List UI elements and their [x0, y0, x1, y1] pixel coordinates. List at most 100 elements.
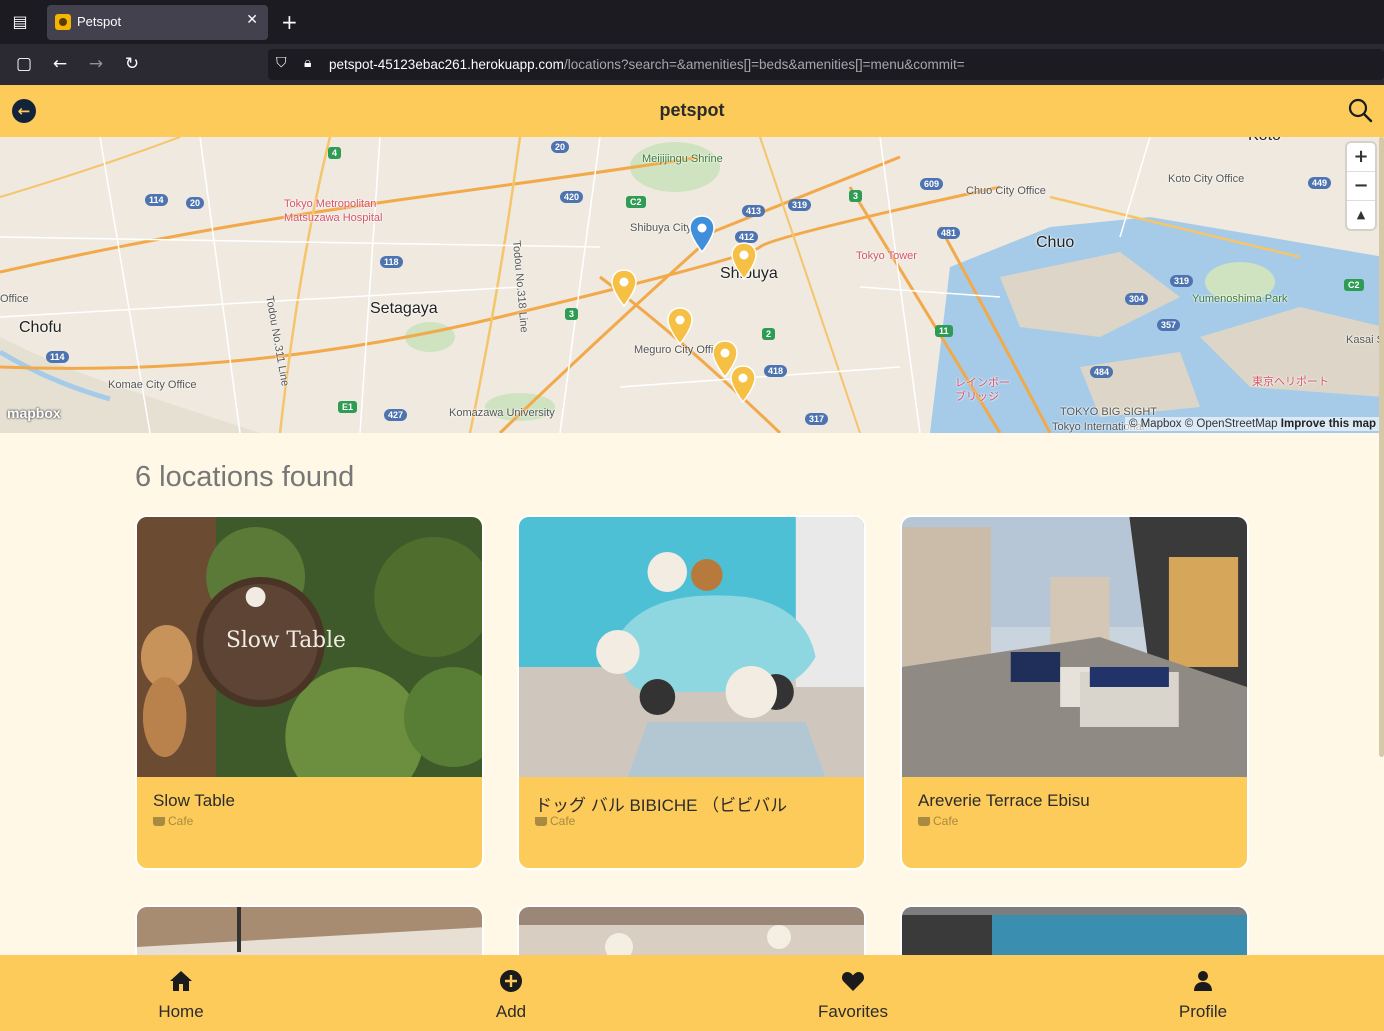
- nav-favorites[interactable]: Favorites: [773, 955, 933, 1031]
- nav-home[interactable]: Home: [101, 955, 261, 1031]
- nav-favorites-label: Favorites: [818, 1002, 888, 1021]
- heart-icon: [841, 972, 865, 991]
- map-pin-location[interactable]: [611, 269, 637, 307]
- url-path: /locations?search=&amenities[]=beds&amen…: [563, 57, 965, 72]
- route-shield: 3: [565, 308, 579, 320]
- lock-icon[interactable]: 🔒︎: [304, 55, 311, 71]
- cafe-icon: [918, 817, 930, 826]
- location-category: Cafe: [918, 814, 958, 828]
- route-shield: 418: [764, 365, 788, 377]
- reload-icon[interactable]: ↻: [121, 53, 143, 75]
- location-name[interactable]: Areverie Terrace Ebisu: [918, 791, 1090, 811]
- map-pin-location[interactable]: [730, 365, 756, 403]
- browser-nav-bar: ▢ ← → ↻ ⛉ 🔒︎ petspot-45123ebac261.heroku…: [0, 44, 1384, 85]
- browser-tab-bar: ▤ Petspot ✕ +: [0, 0, 1384, 44]
- svg-text:Slow Table: Slow Table: [226, 628, 346, 653]
- route-shield: 413: [742, 205, 766, 217]
- location-category: Cafe: [153, 814, 193, 828]
- route-shield: 4: [328, 147, 342, 159]
- route-shield: 420: [560, 191, 584, 203]
- route-shield: 20: [551, 141, 570, 153]
- new-tab-icon[interactable]: +: [281, 10, 298, 34]
- route-shield: 484: [1090, 366, 1114, 378]
- mapbox-logo[interactable]: mapbox: [7, 405, 61, 421]
- map-label-chofu: Chofu: [19, 319, 62, 336]
- route-shield: 304: [1125, 293, 1149, 305]
- search-icon[interactable]: [1347, 97, 1373, 123]
- route-shield: 357: [1157, 319, 1181, 331]
- route-shield: 114: [46, 351, 69, 363]
- nav-add-label: Add: [495, 1002, 527, 1021]
- map-pin-location[interactable]: [731, 242, 757, 280]
- map[interactable]: Meijijingu Shrine Shibuya City Shibuya S…: [0, 137, 1384, 433]
- location-category: Cafe: [535, 814, 575, 828]
- location-photo: [519, 517, 864, 777]
- location-photo: [902, 517, 1247, 777]
- url-host: petspot-45123ebac261.herokuapp.com: [329, 57, 564, 72]
- route-shield: C2: [626, 196, 646, 208]
- page-scrollbar[interactable]: [1379, 137, 1384, 757]
- tab-overview-icon[interactable]: ▤: [10, 12, 30, 32]
- route-shield: C2: [1344, 279, 1364, 291]
- close-tab-icon[interactable]: ✕: [246, 12, 258, 28]
- map-label-tokyo-tower: Tokyo Tower: [856, 250, 917, 262]
- location-name[interactable]: ドッグ バル BIBICHE （ビビバル: [535, 791, 787, 816]
- sidebar-toggle-icon[interactable]: ▢: [13, 53, 35, 75]
- map-attribution: © Mapbox © OpenStreetMap Improve this ma…: [1124, 417, 1380, 431]
- bottom-nav: Home Add Favorites Profile: [0, 955, 1384, 1031]
- back-arrow-icon[interactable]: ←: [49, 53, 71, 75]
- map-pin-location[interactable]: [667, 307, 693, 345]
- attribution-text[interactable]: © Mapbox © OpenStreetMap: [1129, 418, 1278, 430]
- route-shield: 609: [920, 178, 944, 190]
- route-shield: 11: [935, 325, 953, 337]
- location-photo: Slow Table: [137, 517, 482, 777]
- map-label-rainbow-bridge: レインボー ブリッジ: [955, 377, 1010, 403]
- nav-profile[interactable]: Profile: [1123, 955, 1283, 1031]
- route-shield: 114: [145, 194, 168, 206]
- app-header: ← petspot: [0, 85, 1384, 137]
- location-name[interactable]: Slow Table: [153, 791, 235, 811]
- brand-title: petspot: [659, 100, 725, 120]
- route-shield: 2: [762, 328, 776, 340]
- route-shield: 427: [384, 409, 408, 421]
- browser-tab[interactable]: Petspot ✕: [47, 5, 268, 40]
- user-icon: [1194, 971, 1212, 991]
- route-shield: 319: [1170, 275, 1194, 287]
- plus-circle-icon: [500, 970, 522, 992]
- map-label-chuo-office: Chuo City Office: [966, 185, 1046, 197]
- url-text[interactable]: petspot-45123ebac261.herokuapp.com/locat…: [329, 57, 965, 72]
- map-label-shibuya-city: Shibuya City: [630, 222, 692, 234]
- route-shield: 20: [186, 197, 205, 209]
- location-card[interactable]: ドッグ バル BIBICHE （ビビバル Cafe: [517, 515, 866, 870]
- route-shield: 317: [805, 413, 829, 425]
- petspot-favicon: [55, 14, 71, 30]
- improve-map-link[interactable]: Improve this map: [1281, 418, 1376, 430]
- compass-button[interactable]: ▲: [1347, 201, 1375, 230]
- route-shield: 449: [1308, 177, 1332, 189]
- map-label-setagaya: Setagaya: [370, 300, 438, 317]
- map-label-komazawa: Komazawa University: [449, 407, 555, 419]
- address-bar[interactable]: ⛉ 🔒︎ petspot-45123ebac261.herokuapp.com/…: [268, 49, 1384, 80]
- map-label-chuo: Chuo: [1036, 234, 1075, 251]
- route-shield: 3: [849, 190, 863, 202]
- map-label-yumenoshima: Yumenoshima Park: [1192, 293, 1288, 305]
- map-label-office: Office: [0, 293, 29, 305]
- map-zoom-controls: + − ▲: [1347, 143, 1375, 229]
- map-pin-current-location[interactable]: [689, 215, 715, 253]
- map-label-komae-office: Komae City Office: [108, 379, 197, 391]
- map-label-meiji: Meijijingu Shrine: [642, 153, 723, 165]
- route-shield: E1: [338, 401, 358, 413]
- category-label: Cafe: [550, 814, 576, 828]
- nav-add[interactable]: Add: [431, 955, 591, 1031]
- location-card[interactable]: Slow Table Slow Table Cafe: [135, 515, 484, 870]
- tab-title: Petspot: [77, 14, 122, 29]
- shield-icon[interactable]: ⛉: [276, 55, 287, 71]
- location-card[interactable]: Areverie Terrace Ebisu Cafe: [900, 515, 1249, 870]
- route-shield: 481: [937, 227, 961, 239]
- zoom-out-button[interactable]: −: [1347, 172, 1375, 201]
- nav-profile-label: Profile: [1178, 1002, 1228, 1021]
- route-shield: 319: [788, 199, 812, 211]
- home-icon: [170, 971, 192, 991]
- zoom-in-button[interactable]: +: [1347, 143, 1375, 172]
- forward-arrow-icon[interactable]: →: [85, 53, 107, 75]
